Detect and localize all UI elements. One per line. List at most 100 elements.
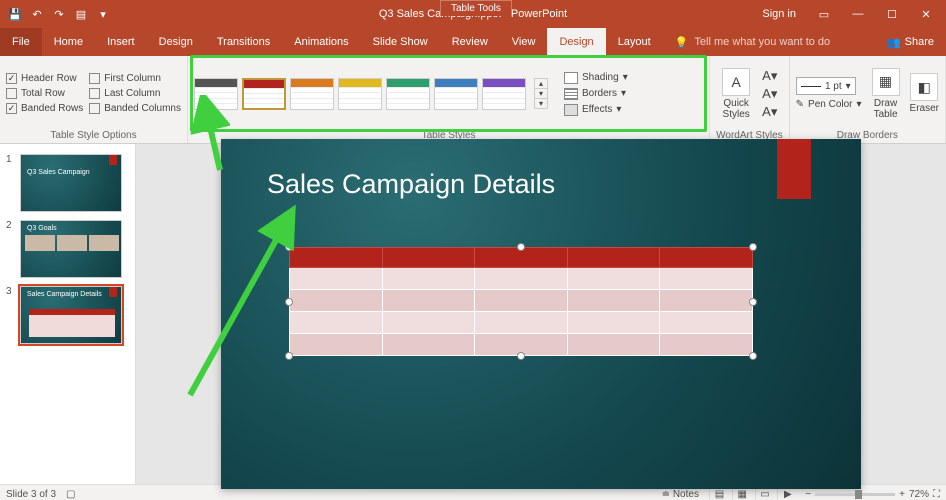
check-last-column[interactable]: Last Column — [89, 88, 181, 99]
table-tools-contextual: Table Tools — [440, 0, 512, 16]
effects-label: Effects — [582, 104, 612, 115]
resize-handle[interactable] — [749, 352, 757, 360]
table-style-thumb[interactable] — [242, 78, 286, 110]
minimize-icon[interactable]: — — [842, 4, 874, 24]
check-label: Header Row — [21, 73, 77, 84]
qat-more-icon[interactable]: ▾ — [94, 5, 112, 23]
resize-handle[interactable] — [749, 298, 757, 306]
slide-title[interactable]: Sales Campaign Details — [267, 169, 555, 200]
bulb-icon: 💡 — [675, 36, 689, 49]
slide-thumb-3[interactable]: Sales Campaign Details — [20, 286, 122, 344]
tab-design[interactable]: Design — [147, 28, 205, 56]
tab-animations[interactable]: Animations — [282, 28, 360, 56]
startfrom-icon[interactable]: ▤ — [72, 5, 90, 23]
thumb-title: Q3 Sales Campaign — [27, 169, 90, 176]
quick-styles-label: Quick Styles — [716, 98, 756, 120]
check-label: First Column — [104, 73, 161, 84]
zoom-out-icon[interactable]: − — [805, 489, 811, 500]
gallery-scroll-down[interactable]: ▾ — [535, 89, 547, 99]
maximize-icon[interactable]: ☐ — [876, 4, 908, 24]
eraser-icon: ◧ — [910, 73, 938, 101]
draw-table-button[interactable]: ▦Draw Table — [868, 68, 904, 120]
check-banded-columns[interactable]: Banded Columns — [89, 103, 181, 114]
fit-to-window-icon[interactable]: ⛶ — [933, 489, 940, 500]
slide-thumb-2[interactable]: Q3 Goals — [20, 220, 122, 278]
table-style-thumb[interactable] — [290, 78, 334, 110]
pen-icon: ✎ — [796, 99, 804, 110]
tab-tabletools-layout[interactable]: Layout — [606, 28, 663, 56]
check-banded-rows[interactable]: ✓Banded Rows — [6, 103, 83, 114]
thumb-title: Sales Campaign Details — [27, 291, 102, 298]
slide-canvas[interactable]: Sales Campaign Details — [221, 139, 861, 489]
borders-dropdown[interactable]: Borders▾ — [562, 87, 630, 101]
group-table-styles: ▴ ▾ ▾ Shading▾ Borders▾ Effects▾ Table S… — [188, 56, 710, 143]
resize-handle[interactable] — [517, 243, 525, 251]
tab-slideshow[interactable]: Slide Show — [361, 28, 440, 56]
eraser-button[interactable]: ◧Eraser — [910, 73, 939, 114]
draw-table-icon: ▦ — [872, 68, 900, 96]
resize-handle[interactable] — [285, 298, 293, 306]
zoom-in-icon[interactable]: + — [899, 489, 905, 500]
quick-styles-button[interactable]: A Quick Styles — [716, 68, 756, 120]
effects-icon — [564, 104, 578, 116]
tab-view[interactable]: View — [500, 28, 548, 56]
gallery-scroll-up[interactable]: ▴ — [535, 79, 547, 89]
slide-thumb-1[interactable]: Q3 Sales Campaign — [20, 154, 122, 212]
text-fill-button[interactable]: A▾ — [762, 68, 777, 84]
group-label: Table Style Options — [6, 128, 181, 143]
text-effects-button[interactable]: A▾ — [762, 104, 777, 120]
shading-dropdown[interactable]: Shading▾ — [562, 71, 630, 85]
resize-handle[interactable] — [285, 352, 293, 360]
check-label: Last Column — [104, 88, 160, 99]
pen-width-select[interactable]: 1 pt▾ — [796, 77, 856, 95]
close-icon[interactable]: ✕ — [910, 4, 942, 24]
borders-label: Borders — [582, 88, 617, 99]
zoom-slider[interactable] — [815, 493, 895, 496]
notes-label: Notes — [673, 489, 699, 500]
tell-me-label: Tell me what you want to do — [694, 36, 830, 48]
tab-review[interactable]: Review — [440, 28, 500, 56]
share-button[interactable]: 👥Share — [875, 28, 946, 56]
check-label: Banded Columns — [104, 103, 181, 114]
slide-edit-area[interactable]: Sales Campaign Details — [136, 144, 946, 484]
redo-icon[interactable]: ↷ — [50, 5, 68, 23]
resize-handle[interactable] — [517, 352, 525, 360]
table-style-thumb[interactable] — [482, 78, 526, 110]
slide-accent-shape — [777, 139, 811, 199]
ribbon-display-icon[interactable]: ▭ — [808, 4, 840, 24]
pen-color-label: Pen Color — [808, 99, 852, 110]
tab-file[interactable]: File — [0, 28, 42, 56]
zoom-level[interactable]: 72% — [909, 489, 929, 500]
ribbon-body: ✓Header Row Total Row ✓Banded Rows First… — [0, 56, 946, 144]
text-outline-button[interactable]: A▾ — [762, 86, 777, 102]
signin-link[interactable]: Sign in — [752, 4, 806, 24]
check-total-row[interactable]: Total Row — [6, 88, 83, 99]
tab-home[interactable]: Home — [42, 28, 95, 56]
resize-handle[interactable] — [749, 243, 757, 251]
shading-label: Shading — [582, 72, 619, 83]
tab-insert[interactable]: Insert — [95, 28, 147, 56]
undo-icon[interactable]: ↶ — [28, 5, 46, 23]
table-style-thumb[interactable] — [194, 78, 238, 110]
save-icon[interactable]: 💾 — [6, 5, 24, 23]
group-table-style-options: ✓Header Row Total Row ✓Banded Rows First… — [0, 56, 188, 143]
resize-handle[interactable] — [285, 243, 293, 251]
table-style-thumb[interactable] — [434, 78, 478, 110]
effects-dropdown[interactable]: Effects▾ — [562, 103, 630, 117]
table-styles-gallery[interactable] — [194, 78, 526, 110]
gallery-more-icon[interactable]: ▾ — [535, 99, 547, 108]
spellcheck-icon[interactable]: ▢ — [66, 489, 75, 500]
draw-table-label: Draw Table — [868, 98, 904, 120]
check-first-column[interactable]: First Column — [89, 73, 181, 84]
tab-tabletools-design[interactable]: Design — [547, 28, 605, 56]
bucket-icon — [564, 72, 578, 84]
tell-me-search[interactable]: 💡 Tell me what you want to do — [663, 28, 875, 56]
table-style-thumb[interactable] — [338, 78, 382, 110]
table-style-thumb[interactable] — [386, 78, 430, 110]
share-icon: 👥 — [887, 36, 901, 49]
slide-table[interactable] — [289, 247, 753, 356]
pen-color-dropdown[interactable]: ✎Pen Color▾ — [796, 99, 862, 110]
notes-button[interactable]: ≐ Notes — [662, 489, 699, 500]
tab-transitions[interactable]: Transitions — [205, 28, 282, 56]
check-header-row[interactable]: ✓Header Row — [6, 73, 83, 84]
